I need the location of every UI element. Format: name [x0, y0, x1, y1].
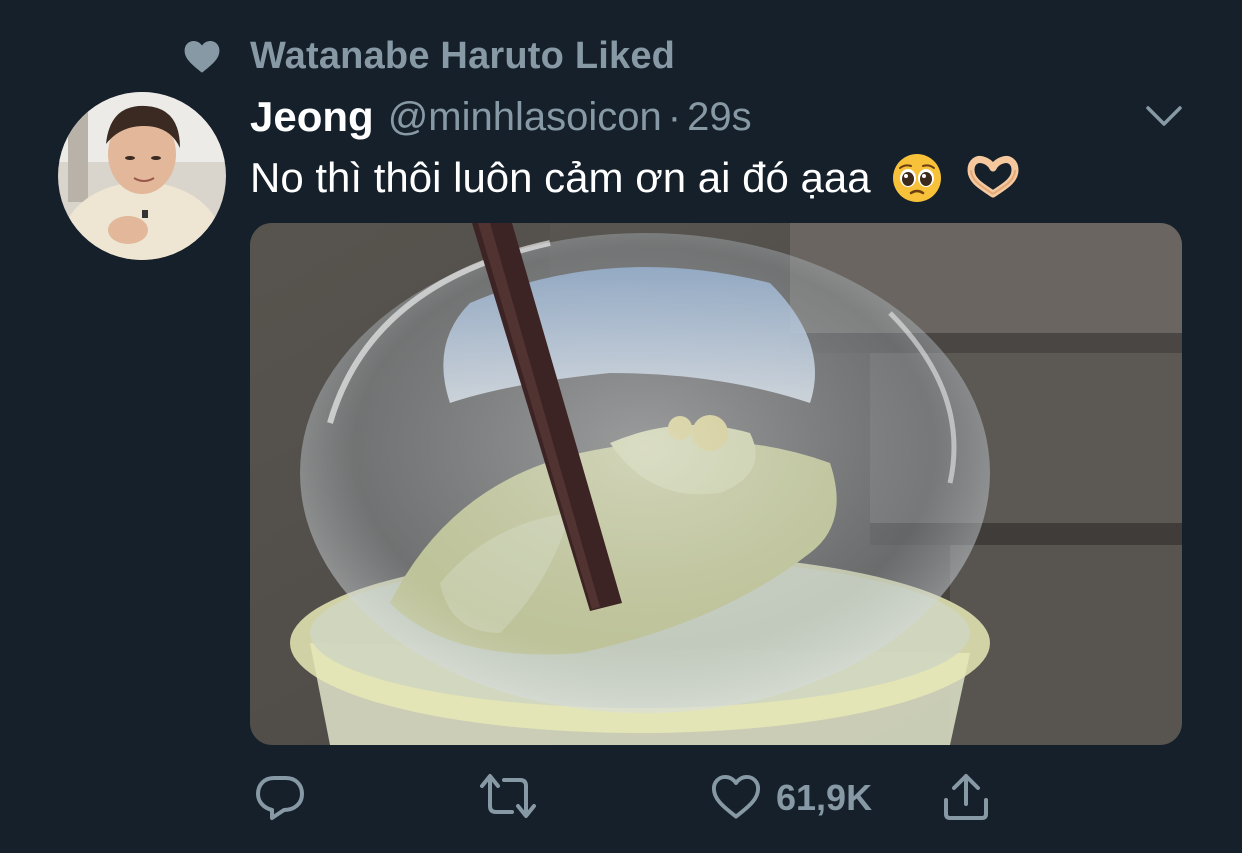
- chevron-down-icon[interactable]: [1144, 96, 1184, 136]
- display-name[interactable]: Jeong: [250, 93, 374, 141]
- reply-button[interactable]: [254, 768, 306, 828]
- tweet-page: Watanabe Haruto Liked Jeong @minhlasoico…: [0, 0, 1242, 853]
- tweet-body: No thì thôi luôn cảm ơn ai đó ạaa: [250, 150, 1023, 206]
- tweet-timestamp[interactable]: 29s: [687, 95, 752, 140]
- avatar[interactable]: [58, 92, 226, 260]
- like-button[interactable]: 61,9K: [710, 768, 872, 828]
- social-context-text[interactable]: Watanabe Haruto Liked: [250, 35, 675, 78]
- retweet-button[interactable]: [478, 768, 538, 828]
- tweet-header: Jeong @minhlasoicon · 29s: [250, 92, 752, 142]
- user-handle[interactable]: @minhlasoicon: [388, 95, 662, 140]
- separator-dot: ·: [667, 94, 682, 139]
- tweet-media-photo[interactable]: [250, 223, 1182, 745]
- heart-outline-icon: [710, 772, 762, 825]
- share-button[interactable]: [940, 768, 992, 828]
- reply-icon: [254, 770, 306, 827]
- social-context: Watanabe Haruto Liked: [182, 34, 675, 78]
- retweet-icon: [478, 770, 538, 827]
- tweet-text: No thì thôi luôn cảm ơn ai đó ạaa: [250, 154, 871, 201]
- like-count: 61,9K: [776, 777, 873, 818]
- share-icon: [940, 770, 992, 827]
- heart-filled-icon: [182, 36, 222, 76]
- pleading-face-emoji: [887, 150, 947, 206]
- heart-hands-emoji: [963, 150, 1023, 206]
- tweet-actions: 61,9K: [250, 768, 1010, 828]
